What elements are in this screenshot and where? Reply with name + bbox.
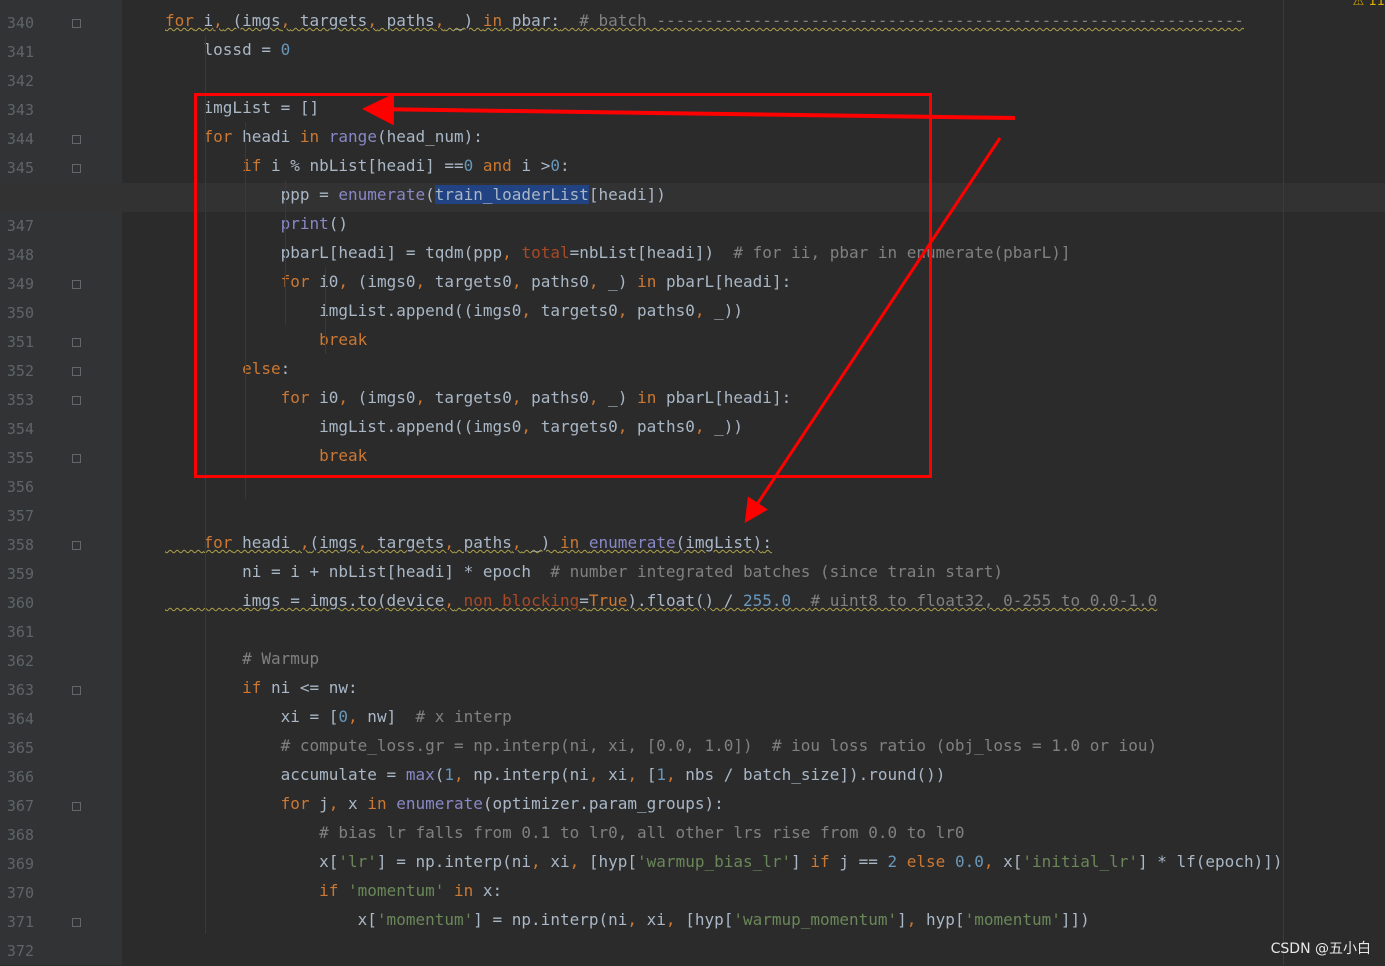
annotation-arrows [362, 93, 1016, 524]
csdn-watermark: CSDN @五小白 [1270, 941, 1371, 957]
arrow-to-imglist [362, 93, 1016, 126]
arrow-to-for-loop [744, 137, 1002, 524]
